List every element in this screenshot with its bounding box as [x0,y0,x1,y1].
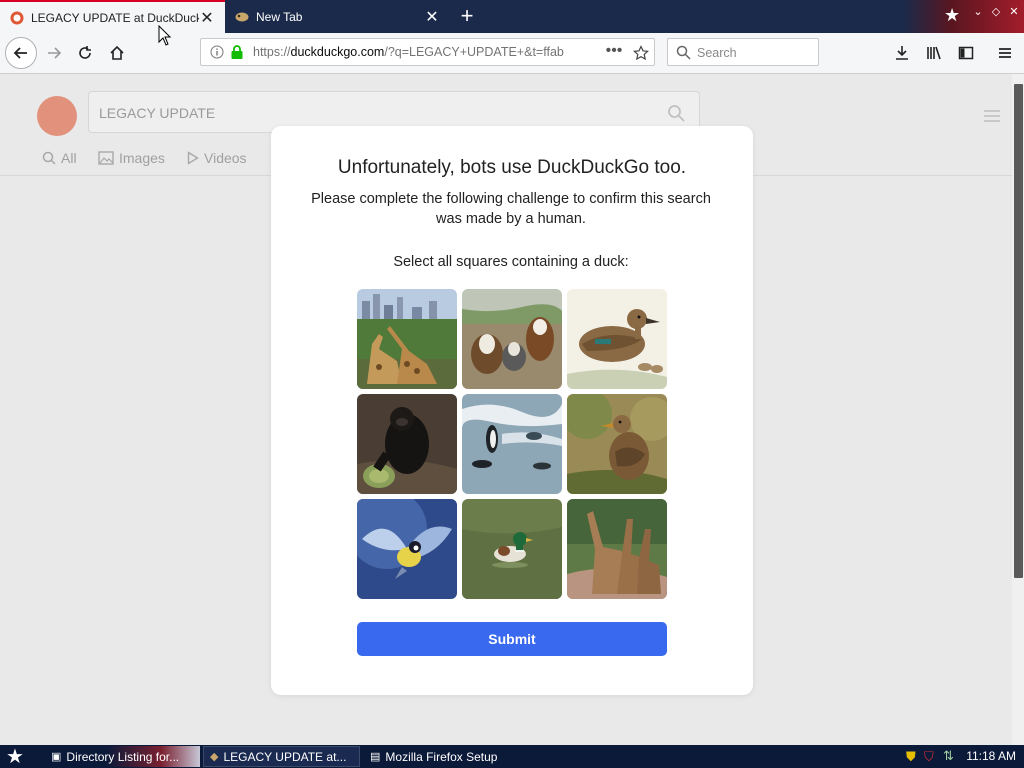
minimize-window-icon[interactable]: ⌄ [970,4,986,20]
reload-button[interactable] [71,39,99,67]
close-window-icon[interactable]: ✕ [1006,4,1022,20]
taskbar-item-label: Directory Listing for... [66,749,180,764]
security-shield-icon[interactable]: ⛉ [924,749,934,765]
hamburger-menu-icon [999,48,1011,58]
search-icon [676,45,691,60]
url-scheme: https:// [253,45,291,59]
forward-button[interactable] [40,39,68,67]
tab-label: LEGACY UPDATE at DuckDuckGo [31,10,199,25]
firefox-favicon-icon [235,12,249,21]
taskbar-item-directory-listing[interactable]: ▣ Directory Listing for... [45,746,200,767]
url-path: /?q=LEGACY+UPDATE+&t=ffab [384,45,564,59]
giraffes-city-tile[interactable] [357,289,457,389]
gorilla-image [357,394,457,494]
menu-button[interactable] [991,39,1019,67]
start-menu-icon[interactable]: ★ [6,747,26,767]
setup-icon: ▤ [370,751,381,763]
page-actions-icon[interactable]: ••• [604,42,624,62]
taskbar-item-legacy-update[interactable]: ◆ LEGACY UPDATE at... [203,746,360,767]
navigation-toolbar: https://duckduckgo.com/?q=LEGACY+UPDATE+… [0,33,1024,74]
duckduckgo-favicon-icon [10,11,24,24]
library-button[interactable] [920,39,948,67]
penguins-tile[interactable] [462,394,562,494]
new-tab-button[interactable]: + [455,4,479,28]
tab-new-tab[interactable]: New Tab ✕ [225,0,450,33]
star-decoration-icon: ★ [944,5,961,25]
challenge-title: Unfortunately, bots use DuckDuckGo too. [337,157,687,178]
tab-label: New Tab [256,9,303,24]
taskbar: ★ ▣ Directory Listing for... ◆ LEGACY UP… [0,745,1024,768]
submit-button[interactable]: Submit [357,622,667,656]
challenge-subtitle: Please complete the following challenge … [311,191,711,227]
ddg-search-query: LEGACY UPDATE [99,105,216,121]
giraffes-road-tile[interactable] [567,499,667,599]
taskbar-item-firefox-setup[interactable]: ▤ Mozilla Firefox Setup [364,746,529,767]
page-menu-icon[interactable] [984,110,1000,122]
forward-arrow-icon [48,47,62,59]
close-tab-icon[interactable]: ✕ [424,7,440,27]
back-button[interactable] [5,37,37,69]
network-icon[interactable]: ⇅ [943,748,954,764]
download-icon [896,46,908,60]
duckduckgo-logo[interactable] [37,96,77,136]
giraffes-road-image [567,499,667,599]
sidebar-button[interactable] [952,39,980,67]
giraffes-city-image [357,289,457,389]
shield-icon[interactable]: ⛊ [906,749,916,765]
taskbar-item-label: LEGACY UPDATE at... [223,749,347,764]
tab-bar: LEGACY UPDATE at DuckDuckGo ✕ New Tab ✕ … [0,0,1024,33]
duck-grass-image [567,394,667,494]
firefox-icon: ◆ [210,751,219,763]
bird-flying-image [357,499,457,599]
downloads-button[interactable] [888,39,916,67]
url-text[interactable]: https://duckduckgo.com/?q=LEGACY+UPDATE+… [253,45,564,59]
penguins-image [462,394,562,494]
ddg-search-icon[interactable] [667,104,685,122]
gorilla-tile[interactable] [357,394,457,494]
back-arrow-icon [13,47,27,59]
mouse-cursor-icon [158,25,172,46]
url-host: duckduckgo.com [290,45,385,59]
reload-icon [79,46,91,59]
folder-icon: ▣ [51,751,62,763]
info-icon[interactable] [210,45,224,59]
clock: 11:18 AM [966,749,1016,763]
bird-flying-tile[interactable] [357,499,457,599]
mallard-water-image [462,499,562,599]
tab-legacy-update[interactable]: LEGACY UPDATE at DuckDuckGo ✕ [0,0,225,33]
challenge-instruction: Select all squares containing a duck: [393,254,629,270]
search-bar[interactable]: Search [667,38,819,66]
library-icon [927,46,941,60]
taskbar-item-label: Mozilla Firefox Setup [385,749,498,764]
duck-illustration-image [567,289,667,389]
bookmark-star-icon[interactable] [633,45,649,61]
home-icon [110,45,124,60]
close-tab-icon[interactable]: ✕ [199,8,215,28]
sidebar-icon [958,46,974,60]
duck-illustration-tile[interactable] [567,289,667,389]
duck-grass-tile[interactable] [567,394,667,494]
home-button[interactable] [103,39,131,67]
search-placeholder: Search [697,46,737,60]
lock-icon[interactable] [230,44,244,60]
dogs-image [462,289,562,389]
mallard-water-tile[interactable] [462,499,562,599]
dogs-tile[interactable] [462,289,562,389]
maximize-window-icon[interactable]: ◇ [988,4,1004,20]
url-bar[interactable]: https://duckduckgo.com/?q=LEGACY+UPDATE+… [200,38,655,66]
